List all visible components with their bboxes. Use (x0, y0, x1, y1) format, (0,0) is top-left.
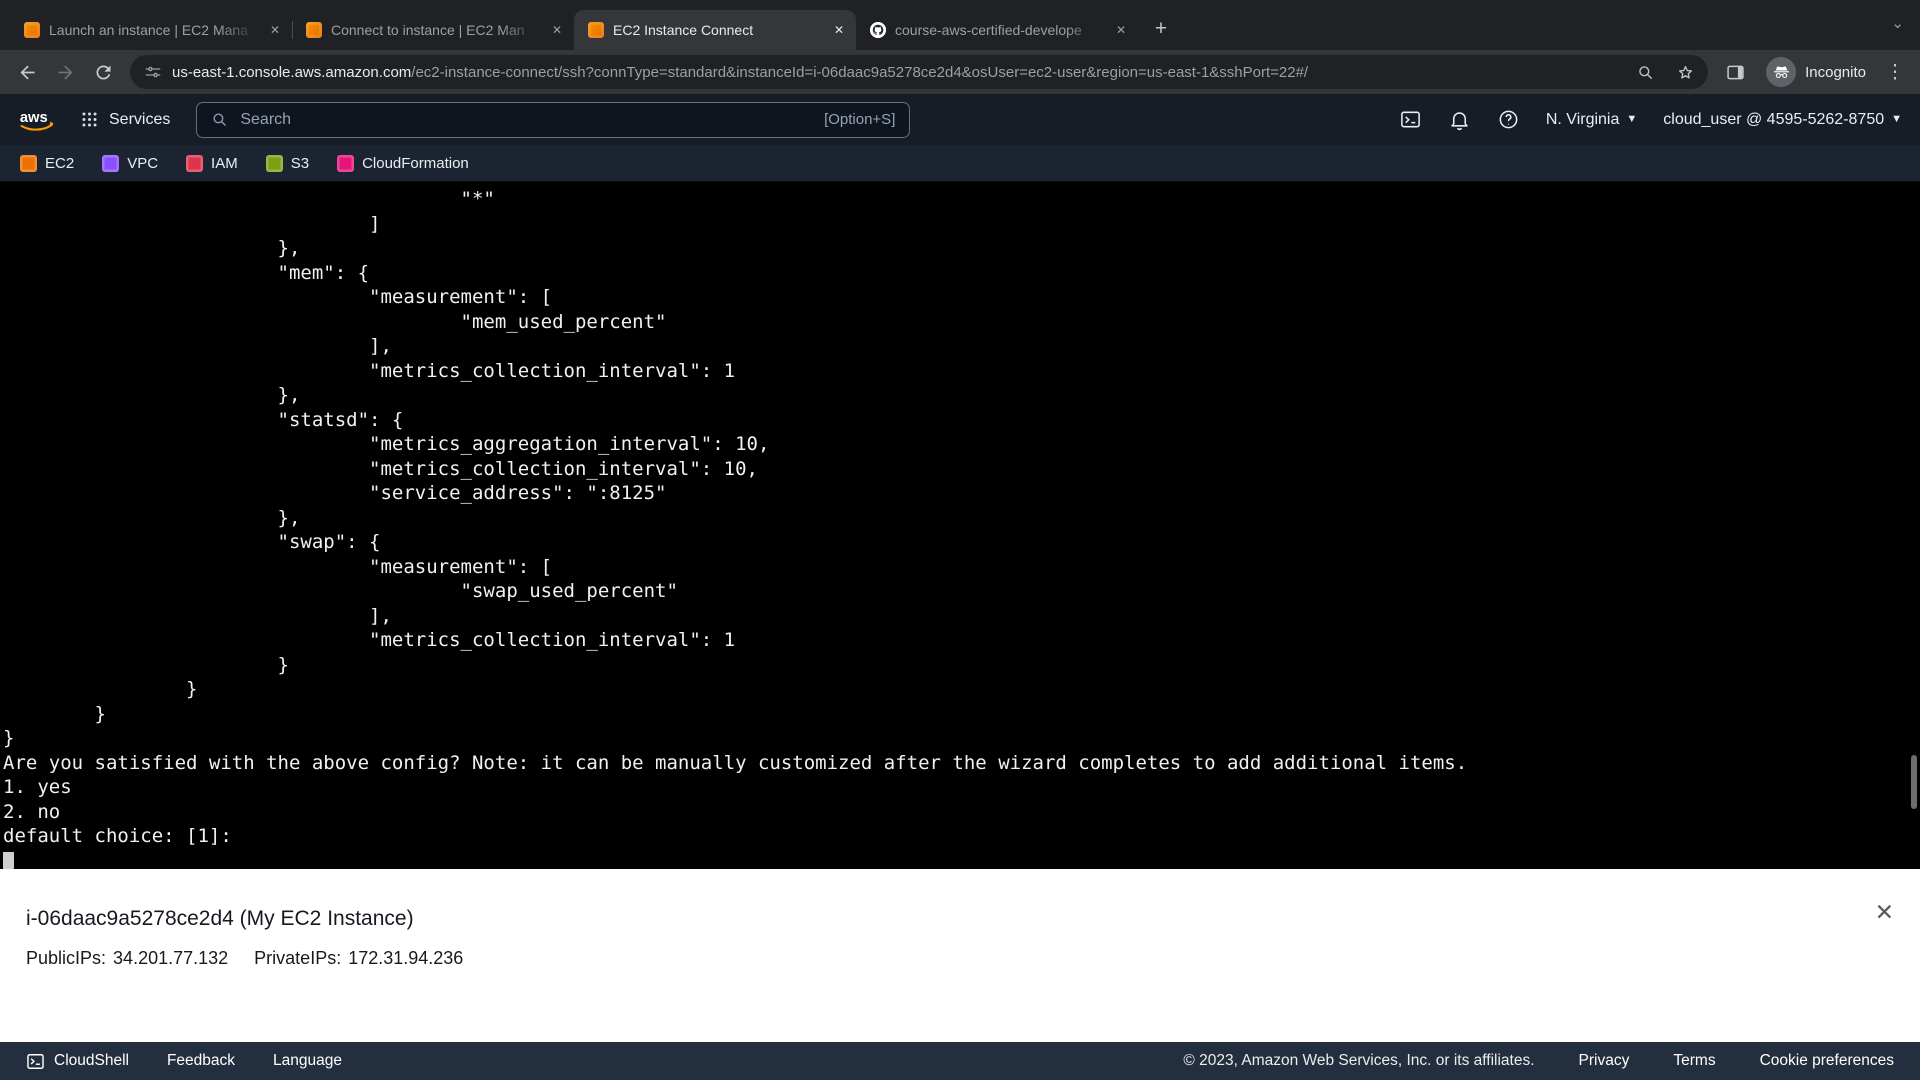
services-menu[interactable]: Services (80, 110, 170, 129)
tab-close-icon[interactable]: ✕ (830, 21, 848, 39)
url-domain: us-east-1.console.aws.amazon.com (172, 64, 411, 81)
browser-menu-icon[interactable]: ⋮ (1880, 61, 1910, 84)
tab-close-icon[interactable]: ✕ (1112, 21, 1130, 39)
search-icon (211, 111, 228, 128)
ec2-service-icon (20, 155, 37, 172)
bookmark-star-icon[interactable] (1670, 57, 1700, 87)
public-ip-value: 34.201.77.132 (113, 948, 228, 969)
tab-list: Launch an instance | EC2 Mana✕Connect to… (10, 10, 1138, 50)
favorites-label: VPC (127, 155, 158, 172)
footer-cloudshell-button[interactable]: CloudShell (26, 1052, 129, 1071)
terminal-cursor (3, 852, 14, 870)
favorites-item-s3[interactable]: S3 (266, 155, 309, 172)
back-icon[interactable] (10, 55, 44, 89)
aws-console-header: aws Services [Option+S] N. Virginia (0, 94, 1920, 145)
chevron-down-icon: ▼ (1626, 114, 1637, 125)
search-shortcut-hint: [Option+S] (824, 111, 895, 128)
tab-close-icon[interactable]: ✕ (548, 21, 566, 39)
reload-icon[interactable] (86, 55, 120, 89)
footer-terms-link[interactable]: Terms (1673, 1052, 1715, 1070)
favorites-bar: EC2 VPC IAM S3 CloudFormation (0, 145, 1920, 182)
footer-privacy-link[interactable]: Privacy (1579, 1052, 1630, 1070)
aws-logo-text: aws (20, 109, 48, 125)
terminal-output: "*" ] }, "mem": { "measurement": [ "mem_… (0, 182, 1920, 849)
incognito-label: Incognito (1805, 64, 1866, 81)
footer-feedback-link[interactable]: Feedback (167, 1052, 235, 1070)
url-text: us-east-1.console.aws.amazon.com/ec2-ins… (172, 64, 1620, 81)
instance-title: i-06daac9a5278ce2d4 (My EC2 Instance) (26, 907, 1894, 931)
forward-icon[interactable] (48, 55, 82, 89)
tab-title: course-aws-certified-develope (895, 22, 1103, 38)
console-search-bar[interactable]: [Option+S] (196, 102, 910, 138)
ec2-favicon (306, 22, 322, 38)
site-settings-icon[interactable] (144, 63, 162, 81)
header-right-controls: N. Virginia ▼ cloud_user @ 4595-5262-875… (1399, 108, 1902, 131)
help-icon[interactable] (1497, 108, 1520, 131)
footer-copyright: © 2023, Amazon Web Services, Inc. or its… (1183, 1052, 1534, 1070)
services-label: Services (109, 111, 170, 129)
favorites-item-cloudformation[interactable]: CloudFormation (337, 155, 469, 172)
instance-ips: PublicIPs: 34.201.77.132 PrivateIPs: 172… (26, 948, 1894, 969)
favorites-item-iam[interactable]: IAM (186, 155, 238, 172)
ec2-instance-connect-terminal[interactable]: "*" ] }, "mem": { "measurement": [ "mem_… (0, 182, 1920, 869)
browser-tab[interactable]: EC2 Instance Connect ✕ (574, 10, 856, 50)
screen: Launch an instance | EC2 Mana✕Connect to… (0, 0, 1920, 1080)
aws-logo[interactable]: aws (18, 105, 64, 135)
scrollbar-thumb[interactable] (1911, 755, 1917, 809)
tab-title: Connect to instance | EC2 Man (331, 22, 539, 38)
console-footer: CloudShell Feedback Language © 2023, Ama… (0, 1042, 1920, 1080)
tab-search-chevron-icon[interactable]: ⌄ (1891, 14, 1904, 32)
cloudshell-label: CloudShell (54, 1052, 129, 1070)
panel-close-icon[interactable]: ✕ (1875, 901, 1894, 924)
region-label: N. Virginia (1546, 111, 1620, 129)
footer-language-link[interactable]: Language (273, 1052, 342, 1070)
cloudformation-service-icon (337, 155, 354, 172)
console-search-input[interactable] (238, 110, 814, 130)
favorites-label: IAM (211, 155, 238, 172)
cloudshell-icon[interactable] (1399, 108, 1422, 131)
url-path: /ec2-instance-connect/ssh?connType=stand… (411, 64, 1308, 81)
private-ip-value: 172.31.94.236 (348, 948, 463, 969)
instance-info-panel: i-06daac9a5278ce2d4 (My EC2 Instance) Pu… (0, 869, 1920, 1042)
tab-title: Launch an instance | EC2 Mana (49, 22, 257, 38)
browser-tab-strip: Launch an instance | EC2 Mana✕Connect to… (0, 0, 1920, 50)
favorites-label: CloudFormation (362, 155, 469, 172)
browser-tab[interactable]: Launch an instance | EC2 Mana ✕ (10, 10, 292, 50)
favorites-label: S3 (291, 155, 309, 172)
favorites-label: EC2 (45, 155, 74, 172)
new-tab-button[interactable]: + (1146, 15, 1176, 45)
favorites-item-vpc[interactable]: VPC (102, 155, 158, 172)
region-selector[interactable]: N. Virginia ▼ (1546, 111, 1637, 129)
github-favicon (870, 22, 886, 38)
ec2-favicon (24, 22, 40, 38)
vpc-service-icon (102, 155, 119, 172)
zoom-icon[interactable] (1630, 57, 1660, 87)
incognito-profile-chip[interactable]: Incognito (1756, 57, 1876, 87)
incognito-icon (1766, 57, 1796, 87)
public-ip-label: PublicIPs: (26, 948, 106, 969)
account-label: cloud_user @ 4595-5262-8750 (1663, 111, 1884, 129)
ec2-favicon (588, 22, 604, 38)
account-menu[interactable]: cloud_user @ 4595-5262-8750 ▼ (1663, 111, 1902, 129)
private-ip-label: PrivateIPs: (254, 948, 341, 969)
browser-tab[interactable]: course-aws-certified-develope ✕ (856, 10, 1138, 50)
notifications-bell-icon[interactable] (1448, 108, 1471, 131)
favorites-item-ec2[interactable]: EC2 (20, 155, 74, 172)
tab-title: EC2 Instance Connect (613, 22, 821, 38)
tab-close-icon[interactable]: ✕ (266, 21, 284, 39)
browser-toolbar: us-east-1.console.aws.amazon.com/ec2-ins… (0, 50, 1920, 94)
apps-grid-icon (80, 110, 99, 129)
cloudshell-terminal-icon (26, 1052, 45, 1071)
url-bar[interactable]: us-east-1.console.aws.amazon.com/ec2-ins… (130, 55, 1708, 89)
iam-service-icon (186, 155, 203, 172)
footer-cookie-preferences-link[interactable]: Cookie preferences (1760, 1052, 1894, 1070)
chevron-down-icon: ▼ (1891, 114, 1902, 125)
side-panel-icon[interactable] (1718, 55, 1752, 89)
browser-tab[interactable]: Connect to instance | EC2 Man ✕ (292, 10, 574, 50)
s3-service-icon (266, 155, 283, 172)
